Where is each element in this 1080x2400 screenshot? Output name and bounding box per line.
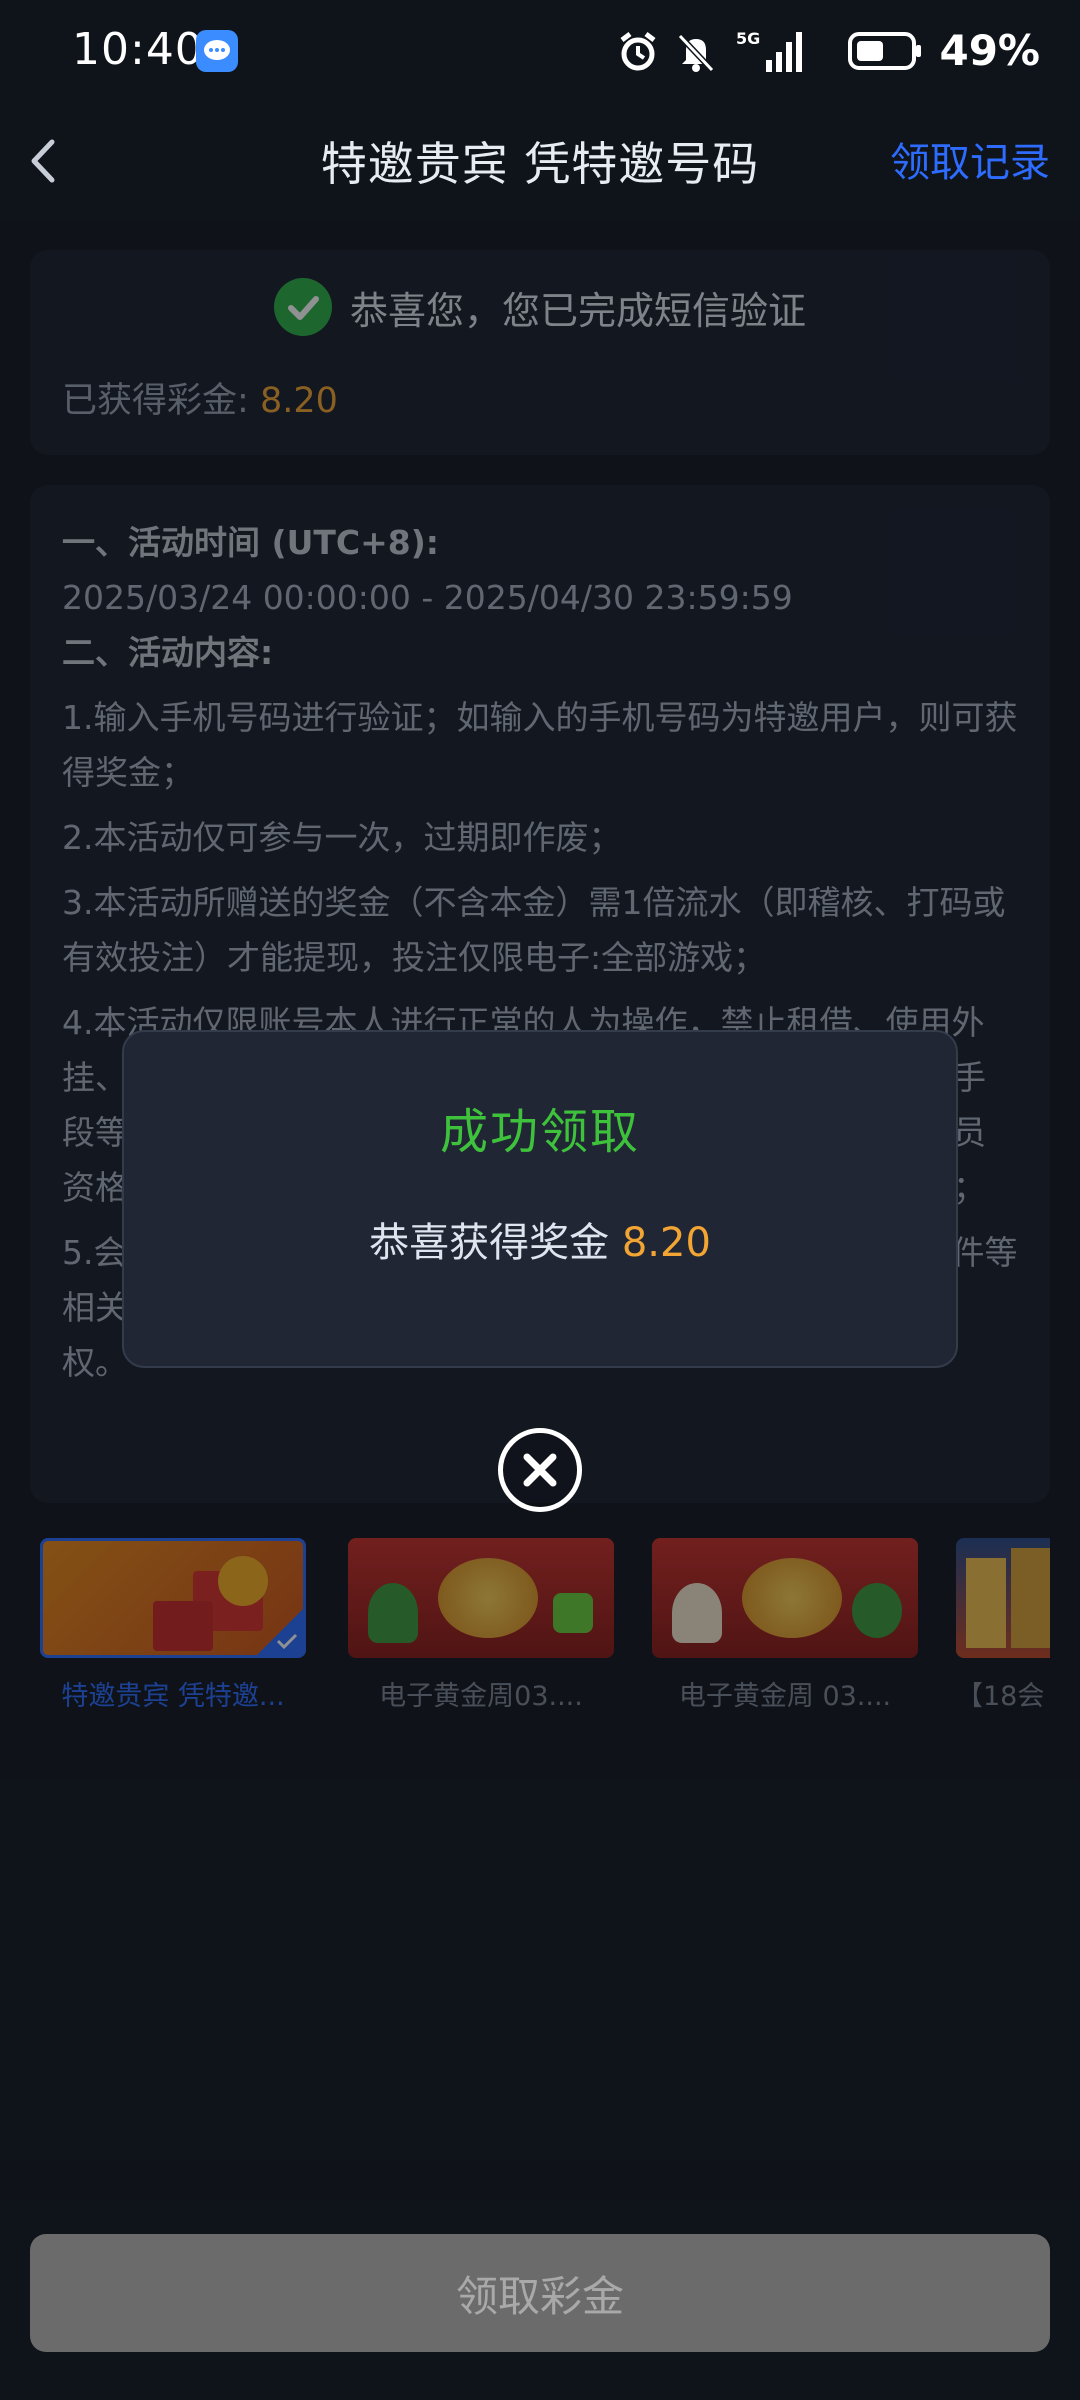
battery-icon [848, 32, 921, 70]
svg-text:5G: 5G [736, 29, 760, 48]
modal-message: 恭喜获得奖金 [369, 1220, 610, 1266]
alarm-icon [620, 32, 656, 71]
modal-title: 成功领取 [439, 1104, 640, 1160]
status-time: 10:40 [72, 24, 204, 75]
nav-bar: 特邀贵宾 凭特邀号码 领取记录 [0, 100, 1080, 220]
success-modal: 成功领取 恭喜获得奖金 8.20 [122, 1030, 958, 1368]
battery-percent: 49% [939, 26, 1040, 75]
status-bar: 10:40 5G 49% [0, 0, 1080, 100]
signal-icon: 5G [736, 29, 802, 72]
bottom-bar: 领取彩金 [0, 2200, 1080, 2400]
modal-message-row: 恭喜获得奖金 8.20 [124, 1210, 956, 1268]
records-link[interactable]: 领取记录 [890, 130, 1050, 188]
mute-bell-icon [677, 33, 715, 73]
close-icon[interactable] [498, 1428, 582, 1512]
claim-bonus-button[interactable]: 领取彩金 [30, 2234, 1050, 2352]
modal-amount: 8.20 [621, 1220, 711, 1266]
message-app-icon [196, 30, 238, 72]
